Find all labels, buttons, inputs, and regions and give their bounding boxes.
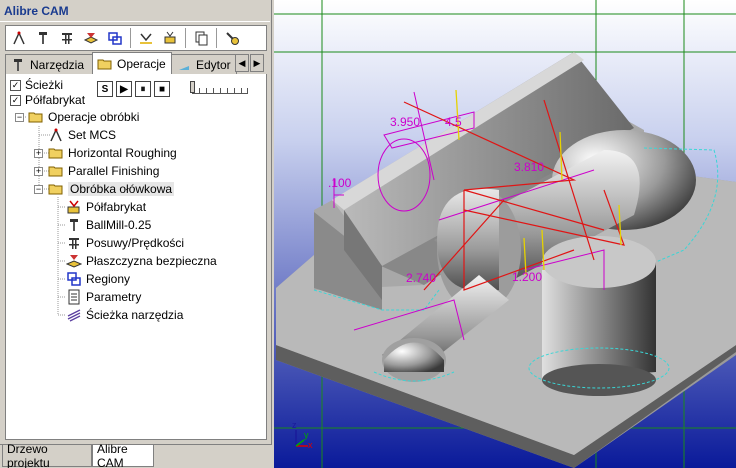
cam-panel: Alibre CAM Narzędzia Operacje Edytor ◀ ▶… — [0, 0, 272, 468]
folder-open-icon — [97, 56, 113, 72]
speed-slider[interactable] — [190, 81, 248, 94]
pause-button[interactable]: ⏸ — [135, 81, 151, 97]
tab-edytor[interactable]: Edytor — [171, 54, 237, 74]
tab-project-tree[interactable]: Drzewo projektu — [2, 442, 92, 468]
regions-icon[interactable] — [104, 27, 126, 49]
tab-alibre-cam[interactable]: Alibre CAM — [92, 442, 154, 468]
tree-label: Set MCS — [68, 128, 117, 142]
tab-operacje[interactable]: Operacje — [92, 52, 172, 74]
tree-label: Operacje obróbki — [48, 110, 140, 124]
dimension-label: 4.5 — [445, 115, 462, 129]
tool-icon[interactable] — [32, 27, 54, 49]
tab-bar: Narzędzia Operacje Edytor ◀ ▶ — [5, 52, 267, 74]
tree-collapse-toggle[interactable]: − — [15, 113, 24, 122]
toolpath-icon[interactable] — [135, 27, 157, 49]
tree-item-pencil[interactable]: Obróbka ołówkowa — [48, 180, 175, 198]
paths-label: Ścieżki — [25, 78, 64, 92]
toolbar-separator — [130, 28, 131, 48]
safe-plane-icon[interactable] — [80, 27, 102, 49]
tree-item-ballmill[interactable]: BallMill-0.25 — [66, 216, 151, 234]
dimension-label: 2.740 — [406, 271, 437, 285]
tab-scroll-left-button[interactable]: ◀ — [235, 54, 249, 72]
tree-label: Parametry — [86, 290, 142, 304]
folder-open-icon — [48, 181, 64, 197]
panel-title: Alibre CAM — [0, 0, 270, 22]
operations-controls: ✓ Ścieżki ✓ Półfabrykat S ▶ ⏸ ■ — [5, 74, 267, 107]
tree-item-parameters[interactable]: Parametry — [66, 288, 141, 306]
dimension-label: 1.200 — [512, 270, 543, 284]
tree-expand-toggle[interactable]: + — [34, 167, 43, 176]
regions-icon — [66, 271, 82, 287]
tab-label: Operacje — [117, 56, 166, 71]
tree-label: Posuwy/Prędkości — [86, 236, 185, 250]
dimension-label: 3.950 — [390, 115, 421, 129]
tree-expand-toggle[interactable]: + — [34, 149, 43, 158]
tree-item-safe-plane[interactable]: Płaszczyzna bezpieczna — [66, 252, 217, 270]
tree-item-root[interactable]: Operacje obróbki — [28, 108, 139, 126]
axis-z-label: z — [292, 420, 297, 430]
tree-item-horizontal-roughing[interactable]: Horizontal Roughing — [48, 144, 177, 162]
folder-open-icon — [28, 109, 44, 125]
document-icon — [66, 289, 82, 305]
stock-checkbox[interactable]: ✓ — [10, 94, 21, 106]
stop-button[interactable]: ■ — [154, 81, 170, 97]
tree-item-stock[interactable]: Półfabrykat — [66, 198, 146, 216]
tree-item-set-mcs[interactable]: Set MCS — [48, 126, 116, 144]
tree-label: Obróbka ołówkowa — [68, 182, 175, 196]
tab-label: Edytor — [196, 57, 231, 72]
axis-y-label: y — [304, 430, 309, 440]
paths-checkbox-row[interactable]: ✓ Ścieżki — [10, 78, 63, 92]
editor-icon — [176, 57, 192, 73]
tree-label: Płaszczyzna bezpieczna — [86, 254, 217, 268]
axis-x-label: x — [308, 440, 313, 450]
tree-item-toolpath[interactable]: Ścieżka narzędzia — [66, 306, 183, 324]
operations-tree: − Operacje obróbki Set MCS + Horizontal … — [5, 107, 267, 440]
toolpath-icon — [66, 307, 82, 323]
tab-label: Narzędzia — [30, 57, 85, 72]
tool-icon — [66, 217, 82, 233]
folder-icon — [48, 145, 64, 161]
tree-label: Regiony — [86, 272, 131, 286]
cad-viewport[interactable]: 3.950 4.5 3.810 .100 2.740 1.200 x y z — [274, 0, 736, 468]
tree-collapse-toggle[interactable]: − — [34, 185, 43, 194]
dimension-label: 3.810 — [514, 160, 545, 174]
stock-icon — [66, 199, 82, 215]
tree-label: Parallel Finishing — [68, 164, 160, 178]
compass-tool-icon[interactable] — [8, 27, 30, 49]
bottom-tab-bar: Drzewo projektu Alibre CAM — [0, 442, 272, 468]
toolbar-separator — [216, 28, 217, 48]
tree-item-parallel-finishing[interactable]: Parallel Finishing — [48, 162, 159, 180]
tree-label: BallMill-0.25 — [86, 218, 152, 232]
tab-narzedzia[interactable]: Narzędzia — [5, 54, 93, 74]
stock-label: Półfabrykat — [25, 93, 86, 107]
toolbar-separator — [185, 28, 186, 48]
cam-toolbar — [5, 25, 267, 51]
tree-item-regions[interactable]: Regiony — [66, 270, 130, 288]
tab-scroll-right-button[interactable]: ▶ — [250, 54, 264, 72]
feeds-icon[interactable] — [56, 27, 78, 49]
feeds-icon — [66, 235, 82, 251]
model-canvas[interactable] — [274, 0, 736, 468]
dimension-label: .100 — [328, 176, 352, 190]
tree-label: Horizontal Roughing — [68, 146, 177, 160]
tree-label: Ścieżka narzędzia — [86, 308, 184, 322]
copy-icon[interactable] — [190, 27, 212, 49]
tree-label: Półfabrykat — [86, 200, 147, 214]
safe-plane-icon — [66, 253, 82, 269]
slider-knob[interactable] — [190, 81, 195, 93]
simulate-button[interactable]: S — [97, 81, 113, 97]
folder-icon — [48, 163, 64, 179]
tool-icon — [10, 57, 26, 73]
paths-checkbox[interactable]: ✓ — [10, 79, 21, 91]
settings-icon[interactable] — [221, 27, 243, 49]
play-button[interactable]: ▶ — [116, 81, 132, 97]
tree-item-feeds[interactable]: Posuwy/Prędkości — [66, 234, 184, 252]
stock-icon[interactable] — [159, 27, 181, 49]
compass-tool-icon — [48, 127, 64, 143]
stock-checkbox-row[interactable]: ✓ Półfabrykat — [10, 93, 85, 107]
